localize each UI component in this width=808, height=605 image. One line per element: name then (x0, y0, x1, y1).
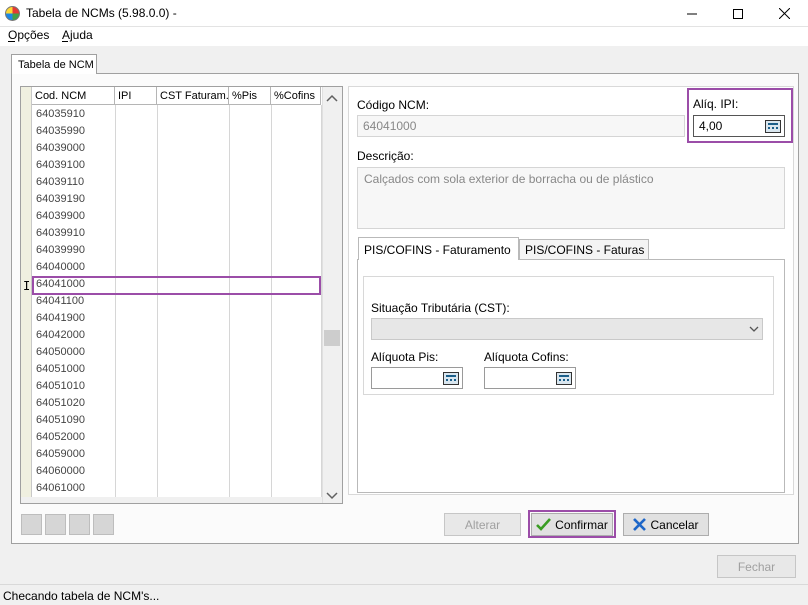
descricao-field[interactable]: Calçados com sola exterior de borracha o… (357, 167, 785, 229)
aliquota-pis-calculator-icon[interactable] (443, 372, 459, 385)
menu-bar (0, 27, 808, 46)
table-row[interactable]: 64035990 (32, 123, 321, 140)
aliquota-cofins-calculator-icon[interactable] (556, 372, 572, 385)
table-row[interactable]: 64051010 (32, 378, 321, 395)
menu-ajuda[interactable]: Ajuda (62, 28, 93, 42)
tab-pis-cofins-faturas[interactable]: PIS/COFINS - Faturas (519, 239, 649, 259)
table-row[interactable]: 64051000 (32, 361, 321, 378)
grid-vertical-scrollbar[interactable] (322, 87, 342, 503)
menu-opcoes-mnemonic (8, 41, 15, 42)
grid-bottom-strip (21, 497, 322, 503)
grid-header-pis[interactable]: %Pis (229, 87, 271, 105)
table-row[interactable]: 64039900 (32, 208, 321, 225)
table-row[interactable]: 64039190 (32, 191, 321, 208)
status-bar: Checando tabela de NCM's... (0, 584, 808, 605)
table-row[interactable]: 64039910 (32, 225, 321, 242)
table-row[interactable]: 64039000 (32, 140, 321, 157)
cancelar-button[interactable]: Cancelar (623, 513, 709, 536)
grid-header-cod-ncm[interactable]: Cod. NCM (32, 87, 115, 105)
table-row[interactable]: 64051020 (32, 395, 321, 412)
descricao-label: Descrição: (357, 149, 414, 163)
grid-header-ipi[interactable]: IPI (115, 87, 157, 105)
tab-pis-cofins-faturamento[interactable]: PIS/COFINS - Faturamento (358, 237, 519, 260)
current-row-marker: I (23, 279, 31, 293)
grid-rows: 64035910 64035990 64039000 64039100 6403… (32, 106, 321, 497)
minimize-button[interactable] (669, 0, 715, 27)
chevron-down-icon (749, 326, 759, 332)
aliq-ipi-highlight (687, 88, 793, 143)
close-button[interactable] (761, 0, 807, 27)
grid-header-cofins[interactable]: %Cofins (271, 87, 321, 105)
grid-header: Cod. NCM IPI CST Faturam. %Pis %Cofins (32, 87, 321, 105)
nav-next-button[interactable] (69, 514, 90, 535)
table-row[interactable]: 64051090 (32, 412, 321, 429)
table-row[interactable]: 64041900 (32, 310, 321, 327)
close-icon (778, 8, 790, 19)
table-row[interactable]: 64060000 (32, 463, 321, 480)
table-row[interactable]: 64059000 (32, 446, 321, 463)
codigo-ncm-field[interactable]: 64041000 (357, 115, 685, 137)
table-row[interactable]: 64039100 (32, 157, 321, 174)
menu-opcoes[interactable]: Opções (8, 28, 49, 42)
app-logo-icon (5, 6, 20, 21)
table-row[interactable]: 64035910 (32, 106, 321, 123)
confirmar-highlight (528, 510, 616, 538)
alterar-button[interactable]: Alterar (444, 513, 521, 536)
aliquota-pis-label: Alíquota Pis: (371, 350, 439, 364)
cst-select[interactable] (371, 318, 763, 340)
cancel-x-icon (633, 518, 647, 531)
grid-header-cst[interactable]: CST Faturam. (157, 87, 229, 105)
menu-ajuda-mnemonic (62, 41, 68, 42)
table-row[interactable]: 64041100 (32, 293, 321, 310)
cst-label: Situação Tributária (CST): (371, 301, 510, 315)
minimize-icon (687, 13, 697, 14)
fechar-button[interactable]: Fechar (717, 555, 796, 578)
nav-last-button[interactable] (93, 514, 114, 535)
nav-prior-button[interactable] (45, 514, 66, 535)
codigo-ncm-label: Código NCM: (357, 98, 430, 112)
table-row[interactable]: 64061000 (32, 480, 321, 497)
maximize-icon (733, 8, 743, 19)
maximize-button[interactable] (715, 0, 761, 27)
table-row[interactable]: 64040000 (32, 259, 321, 276)
selected-row-highlight (32, 276, 321, 295)
table-row[interactable]: 64039110 (32, 174, 321, 191)
window-title: Tabela de NCMs (5.98.0.0) - (26, 6, 177, 20)
scroll-up-icon[interactable] (326, 91, 338, 105)
tab-tabela-ncm[interactable]: Tabela de NCM (11, 54, 97, 74)
table-row[interactable]: 64050000 (32, 344, 321, 361)
table-row[interactable]: 64052000 (32, 429, 321, 446)
grid-scroll-thumb[interactable] (324, 330, 340, 346)
nav-first-button[interactable] (21, 514, 42, 535)
scroll-down-icon[interactable] (326, 489, 338, 503)
status-text: Checando tabela de NCM's... (3, 589, 160, 603)
table-row[interactable]: 64042000 (32, 327, 321, 344)
table-row[interactable]: 64039990 (32, 242, 321, 259)
aliquota-cofins-label: Alíquota Cofins: (484, 350, 569, 364)
